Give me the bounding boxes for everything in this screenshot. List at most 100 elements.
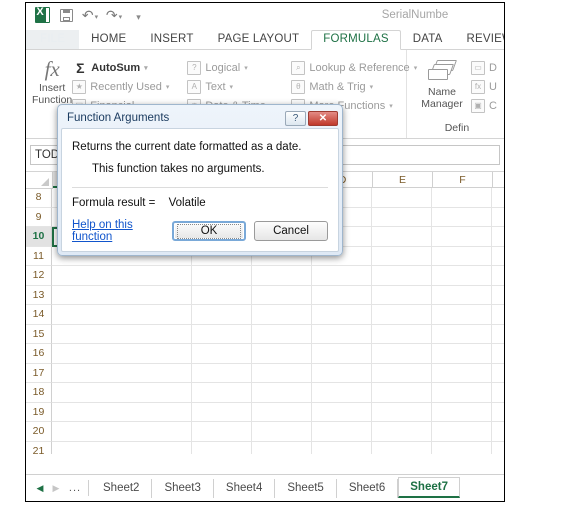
cell-A16[interactable] — [52, 344, 192, 364]
cell-A19[interactable] — [52, 402, 192, 422]
sheet-tab-sheet2[interactable]: Sheet2 — [91, 478, 153, 498]
cell-D13[interactable] — [312, 285, 372, 305]
use-in-formula-button[interactable]: fx U — [471, 77, 501, 96]
tab-file[interactable]: FILE — [26, 30, 80, 49]
cancel-button[interactable]: Cancel — [254, 221, 328, 241]
cell-B16[interactable] — [192, 344, 252, 364]
cell-E19[interactable] — [372, 402, 432, 422]
cell-E11[interactable] — [372, 246, 432, 266]
cell-E9[interactable] — [372, 207, 432, 227]
cell-C18[interactable] — [252, 383, 312, 403]
cell-A15[interactable] — [52, 324, 192, 344]
cell-E18[interactable] — [372, 383, 432, 403]
excel-logo-icon[interactable] — [32, 6, 52, 24]
cell-D14[interactable] — [312, 305, 372, 325]
cell-F8[interactable] — [432, 188, 492, 208]
row-header-9[interactable]: 9 — [26, 207, 52, 227]
sheet-tab-sheet5[interactable]: Sheet5 — [275, 478, 337, 498]
autosum-button[interactable]: Σ AutoSum ▾ — [72, 58, 173, 77]
cell-G11[interactable] — [492, 246, 504, 266]
tab-home[interactable]: HOME — [79, 30, 138, 49]
row-header-12[interactable]: 12 — [26, 266, 52, 286]
cell-C17[interactable] — [252, 363, 312, 383]
insert-function-button[interactable]: fx Insert Function — [32, 54, 72, 106]
cell-G18[interactable] — [492, 383, 504, 403]
more-sheets-icon[interactable]: ... — [64, 482, 86, 494]
cell-B21[interactable] — [192, 441, 252, 454]
cell-G16[interactable] — [492, 344, 504, 364]
cell-G17[interactable] — [492, 363, 504, 383]
row-header-21[interactable]: 21 — [26, 441, 52, 454]
cell-D12[interactable] — [312, 266, 372, 286]
row-header-17[interactable]: 17 — [26, 363, 52, 383]
sheet-tab-sheet4[interactable]: Sheet4 — [214, 478, 276, 498]
cell-A17[interactable] — [52, 363, 192, 383]
define-name-button[interactable]: ▭ D — [471, 58, 501, 77]
undo-icon[interactable]: ↶ ▾ — [80, 6, 100, 24]
close-icon[interactable]: ✕ — [308, 110, 338, 126]
cell-C12[interactable] — [252, 266, 312, 286]
row-header-13[interactable]: 13 — [26, 285, 52, 305]
cell-F15[interactable] — [432, 324, 492, 344]
cell-C21[interactable] — [252, 441, 312, 454]
customize-qat-icon[interactable]: ▾ — [128, 6, 148, 24]
tab-insert[interactable]: INSERT — [138, 30, 205, 49]
cell-F10[interactable] — [432, 227, 492, 247]
row-header-16[interactable]: 16 — [26, 344, 52, 364]
cell-D21[interactable] — [312, 441, 372, 454]
row-header-18[interactable]: 18 — [26, 383, 52, 403]
next-sheet-arrow-icon[interactable]: ▶ — [48, 483, 64, 494]
cell-F14[interactable] — [432, 305, 492, 325]
cell-E17[interactable] — [372, 363, 432, 383]
cell-D20[interactable] — [312, 422, 372, 442]
select-all-corner[interactable] — [26, 172, 53, 189]
cell-C13[interactable] — [252, 285, 312, 305]
cell-F12[interactable] — [432, 266, 492, 286]
cell-F19[interactable] — [432, 402, 492, 422]
cell-C14[interactable] — [252, 305, 312, 325]
cell-G14[interactable] — [492, 305, 504, 325]
cell-C20[interactable] — [252, 422, 312, 442]
row-header-8[interactable]: 8 — [26, 188, 52, 208]
cell-F21[interactable] — [432, 441, 492, 454]
cell-F9[interactable] — [432, 207, 492, 227]
ok-button[interactable]: OK — [172, 221, 246, 241]
sheet-tab-sheet3[interactable]: Sheet3 — [152, 478, 214, 498]
cell-E12[interactable] — [372, 266, 432, 286]
text-button[interactable]: A Text ▾ — [187, 77, 277, 96]
sheet-tab-sheet6[interactable]: Sheet6 — [337, 478, 399, 498]
cell-G15[interactable] — [492, 324, 504, 344]
column-header-f[interactable]: F — [433, 172, 493, 188]
cell-E14[interactable] — [372, 305, 432, 325]
column-header-e[interactable]: E — [373, 172, 433, 188]
row-header-14[interactable]: 14 — [26, 305, 52, 325]
column-header-g[interactable]: G — [493, 172, 504, 188]
redo-icon[interactable]: ↷ ▾ — [104, 6, 124, 24]
tab-review[interactable]: REVIEW — [455, 30, 505, 49]
cell-G20[interactable] — [492, 422, 504, 442]
cell-G12[interactable] — [492, 266, 504, 286]
cell-G8[interactable] — [492, 188, 504, 208]
cell-E8[interactable] — [372, 188, 432, 208]
cell-F11[interactable] — [432, 246, 492, 266]
cell-C16[interactable] — [252, 344, 312, 364]
cell-E13[interactable] — [372, 285, 432, 305]
cell-G21[interactable] — [492, 441, 504, 454]
dialog-title-bar[interactable]: Function Arguments ? ✕ — [61, 108, 339, 128]
name-manager-button[interactable]: Name Manager — [413, 54, 471, 110]
tab-formulas[interactable]: FORMULAS — [311, 30, 401, 50]
cell-B15[interactable] — [192, 324, 252, 344]
cell-E15[interactable] — [372, 324, 432, 344]
recently-used-button[interactable]: ★ Recently Used ▾ — [72, 77, 173, 96]
cell-A12[interactable] — [52, 266, 192, 286]
cell-F20[interactable] — [432, 422, 492, 442]
cell-G10[interactable] — [492, 227, 504, 247]
cell-B12[interactable] — [192, 266, 252, 286]
row-header-10[interactable]: 10 — [26, 227, 52, 247]
cell-A18[interactable] — [52, 383, 192, 403]
cell-F16[interactable] — [432, 344, 492, 364]
row-header-20[interactable]: 20 — [26, 422, 52, 442]
cell-E10[interactable] — [372, 227, 432, 247]
cell-G19[interactable] — [492, 402, 504, 422]
lookup-reference-button[interactable]: ⌕ Lookup & Reference ▾ — [291, 58, 421, 77]
